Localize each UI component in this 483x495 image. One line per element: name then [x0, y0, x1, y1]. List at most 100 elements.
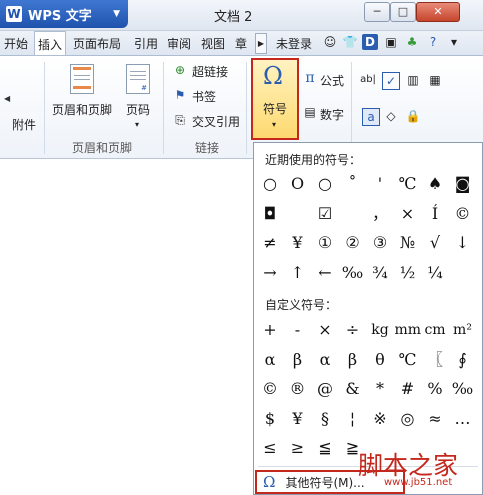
- symbol-cell[interactable]: $: [257, 406, 283, 432]
- page-number-button[interactable]: 页码: [126, 101, 150, 118]
- symbol-cell[interactable]: +: [257, 317, 283, 343]
- tab-review[interactable]: 审阅: [167, 35, 191, 52]
- symbol-cell[interactable]: kg: [367, 317, 393, 343]
- minimize-button[interactable]: ─: [364, 2, 390, 22]
- symbol-cell[interactable]: ¥: [285, 230, 311, 256]
- symbol-cell[interactable]: ℃: [395, 171, 421, 197]
- symbol-cell[interactable]: [285, 201, 311, 227]
- symbol-cell[interactable]: ℃: [395, 347, 421, 373]
- symbol-cell[interactable]: Í: [422, 201, 448, 227]
- checkbox-field-icon[interactable]: ✓: [382, 72, 400, 90]
- more-caret-icon[interactable]: ▾: [446, 34, 462, 50]
- symbol-cell[interactable]: ×: [395, 201, 421, 227]
- symbol-cell[interactable]: ◎: [395, 406, 421, 432]
- symbol-cell[interactable]: ○: [257, 171, 283, 197]
- ribbon-scroll-left-icon[interactable]: ◀: [4, 94, 10, 103]
- symbol-cell[interactable]: №: [395, 230, 421, 256]
- symbol-cell[interactable]: ↑: [285, 260, 311, 286]
- lock-icon[interactable]: 🔒: [405, 108, 421, 124]
- hyperlink-button[interactable]: 超链接: [192, 63, 228, 80]
- symbol-cell[interactable]: m²: [450, 317, 476, 343]
- help-icon[interactable]: ?: [425, 34, 441, 50]
- symbol-cell[interactable]: √: [422, 230, 448, 256]
- tab-references[interactable]: 引用: [134, 35, 158, 52]
- tab-page-layout[interactable]: 页面布局: [73, 35, 121, 52]
- symbol-cell[interactable]: %: [422, 376, 448, 402]
- symbol-cell[interactable]: ‰: [450, 376, 476, 402]
- symbol-cell[interactable]: ○: [312, 171, 338, 197]
- symbol-cell[interactable]: *: [367, 376, 393, 402]
- symbol-cell[interactable]: ∮: [450, 347, 476, 373]
- cross-reference-button[interactable]: 交叉引用: [192, 113, 240, 130]
- symbol-cell[interactable]: ÷: [340, 317, 366, 343]
- formula-button[interactable]: 公式: [320, 72, 344, 89]
- symbol-cell[interactable]: ↓: [450, 230, 476, 256]
- symbol-cell[interactable]: ◙: [450, 171, 476, 197]
- symbol-cell[interactable]: ˚: [340, 171, 366, 197]
- list-field-icon[interactable]: ▥: [405, 72, 421, 88]
- app-menu-button[interactable]: W WPS 文字 ▼: [0, 0, 128, 28]
- symbol-cell[interactable]: [340, 201, 366, 227]
- symbol-cell[interactable]: θ: [367, 347, 393, 373]
- symbol-cell[interactable]: ③: [367, 230, 393, 256]
- tab-chapter[interactable]: 章: [235, 35, 247, 52]
- tab-scroll-right-icon[interactable]: ▶: [255, 33, 267, 54]
- symbol-cell[interactable]: ¦: [340, 406, 366, 432]
- bookmark-button[interactable]: 书签: [192, 88, 216, 105]
- maximize-button[interactable]: □: [390, 2, 416, 22]
- symbol-cell[interactable]: →: [257, 260, 283, 286]
- symbol-cell[interactable]: α: [312, 347, 338, 373]
- symbol-cell[interactable]: α: [257, 347, 283, 373]
- people-icon[interactable]: ♣: [404, 34, 420, 50]
- symbol-cell[interactable]: ※: [367, 406, 393, 432]
- symbol-cell[interactable]: ×: [312, 317, 338, 343]
- symbol-cell[interactable]: ': [367, 171, 393, 197]
- symbol-cell[interactable]: ☑: [312, 201, 338, 227]
- symbol-cell[interactable]: cm: [422, 317, 448, 343]
- tab-insert[interactable]: 插入: [34, 31, 67, 55]
- symbol-cell[interactable]: #: [395, 376, 421, 402]
- symbol-cell[interactable]: ←: [312, 260, 338, 286]
- eraser-icon[interactable]: ◇: [383, 108, 399, 124]
- symbol-cell[interactable]: ≈: [422, 406, 448, 432]
- number-button[interactable]: 数字: [320, 106, 344, 123]
- symbol-cell[interactable]: ©: [257, 376, 283, 402]
- shirt-icon[interactable]: 👕: [342, 34, 358, 50]
- symbol-cell[interactable]: ®: [285, 376, 311, 402]
- symbol-cell[interactable]: ≠: [257, 230, 283, 256]
- symbol-button[interactable]: Ω 符号 ▾: [251, 58, 299, 140]
- symbol-cell[interactable]: ‰: [340, 260, 366, 286]
- login-status[interactable]: 未登录: [276, 35, 312, 52]
- symbol-cell[interactable]: ◘: [257, 201, 283, 227]
- symbol-cell[interactable]: β: [340, 347, 366, 373]
- symbol-cell[interactable]: ½: [395, 260, 421, 286]
- symbol-cell[interactable]: §: [312, 406, 338, 432]
- symbol-cell[interactable]: ¥: [285, 406, 311, 432]
- user-icon[interactable]: ☺: [322, 34, 338, 50]
- symbol-cell[interactable]: ©: [450, 201, 476, 227]
- form-field-shading-icon[interactable]: a: [362, 108, 380, 126]
- symbol-cell[interactable]: 〖: [422, 347, 448, 373]
- symbol-cell[interactable]: ，: [367, 201, 393, 227]
- symbol-cell[interactable]: …: [450, 406, 476, 432]
- photo-icon[interactable]: ▣: [383, 34, 399, 50]
- symbol-cell[interactable]: ¼: [422, 260, 448, 286]
- symbol-cell[interactable]: ①: [312, 230, 338, 256]
- symbol-cell[interactable]: &: [340, 376, 366, 402]
- text-field-icon[interactable]: ab|: [360, 72, 376, 88]
- attachment-button[interactable]: 附件: [12, 116, 36, 133]
- symbol-cell[interactable]: ②: [340, 230, 366, 256]
- symbol-cell[interactable]: ≥: [285, 435, 311, 461]
- symbol-cell[interactable]: O: [285, 171, 311, 197]
- symbol-cell[interactable]: ≦: [312, 435, 338, 461]
- d-icon[interactable]: D: [362, 34, 378, 50]
- symbol-cell[interactable]: ≤: [257, 435, 283, 461]
- chevron-down-icon[interactable]: ▾: [135, 120, 139, 129]
- form-tools-icon[interactable]: ▦: [427, 72, 443, 88]
- symbol-cell[interactable]: [450, 260, 476, 286]
- symbol-cell[interactable]: β: [285, 347, 311, 373]
- symbol-cell[interactable]: ¾: [367, 260, 393, 286]
- symbol-cell[interactable]: mm: [395, 317, 422, 343]
- symbol-cell[interactable]: -: [285, 317, 311, 343]
- tab-home[interactable]: 开始: [4, 35, 28, 52]
